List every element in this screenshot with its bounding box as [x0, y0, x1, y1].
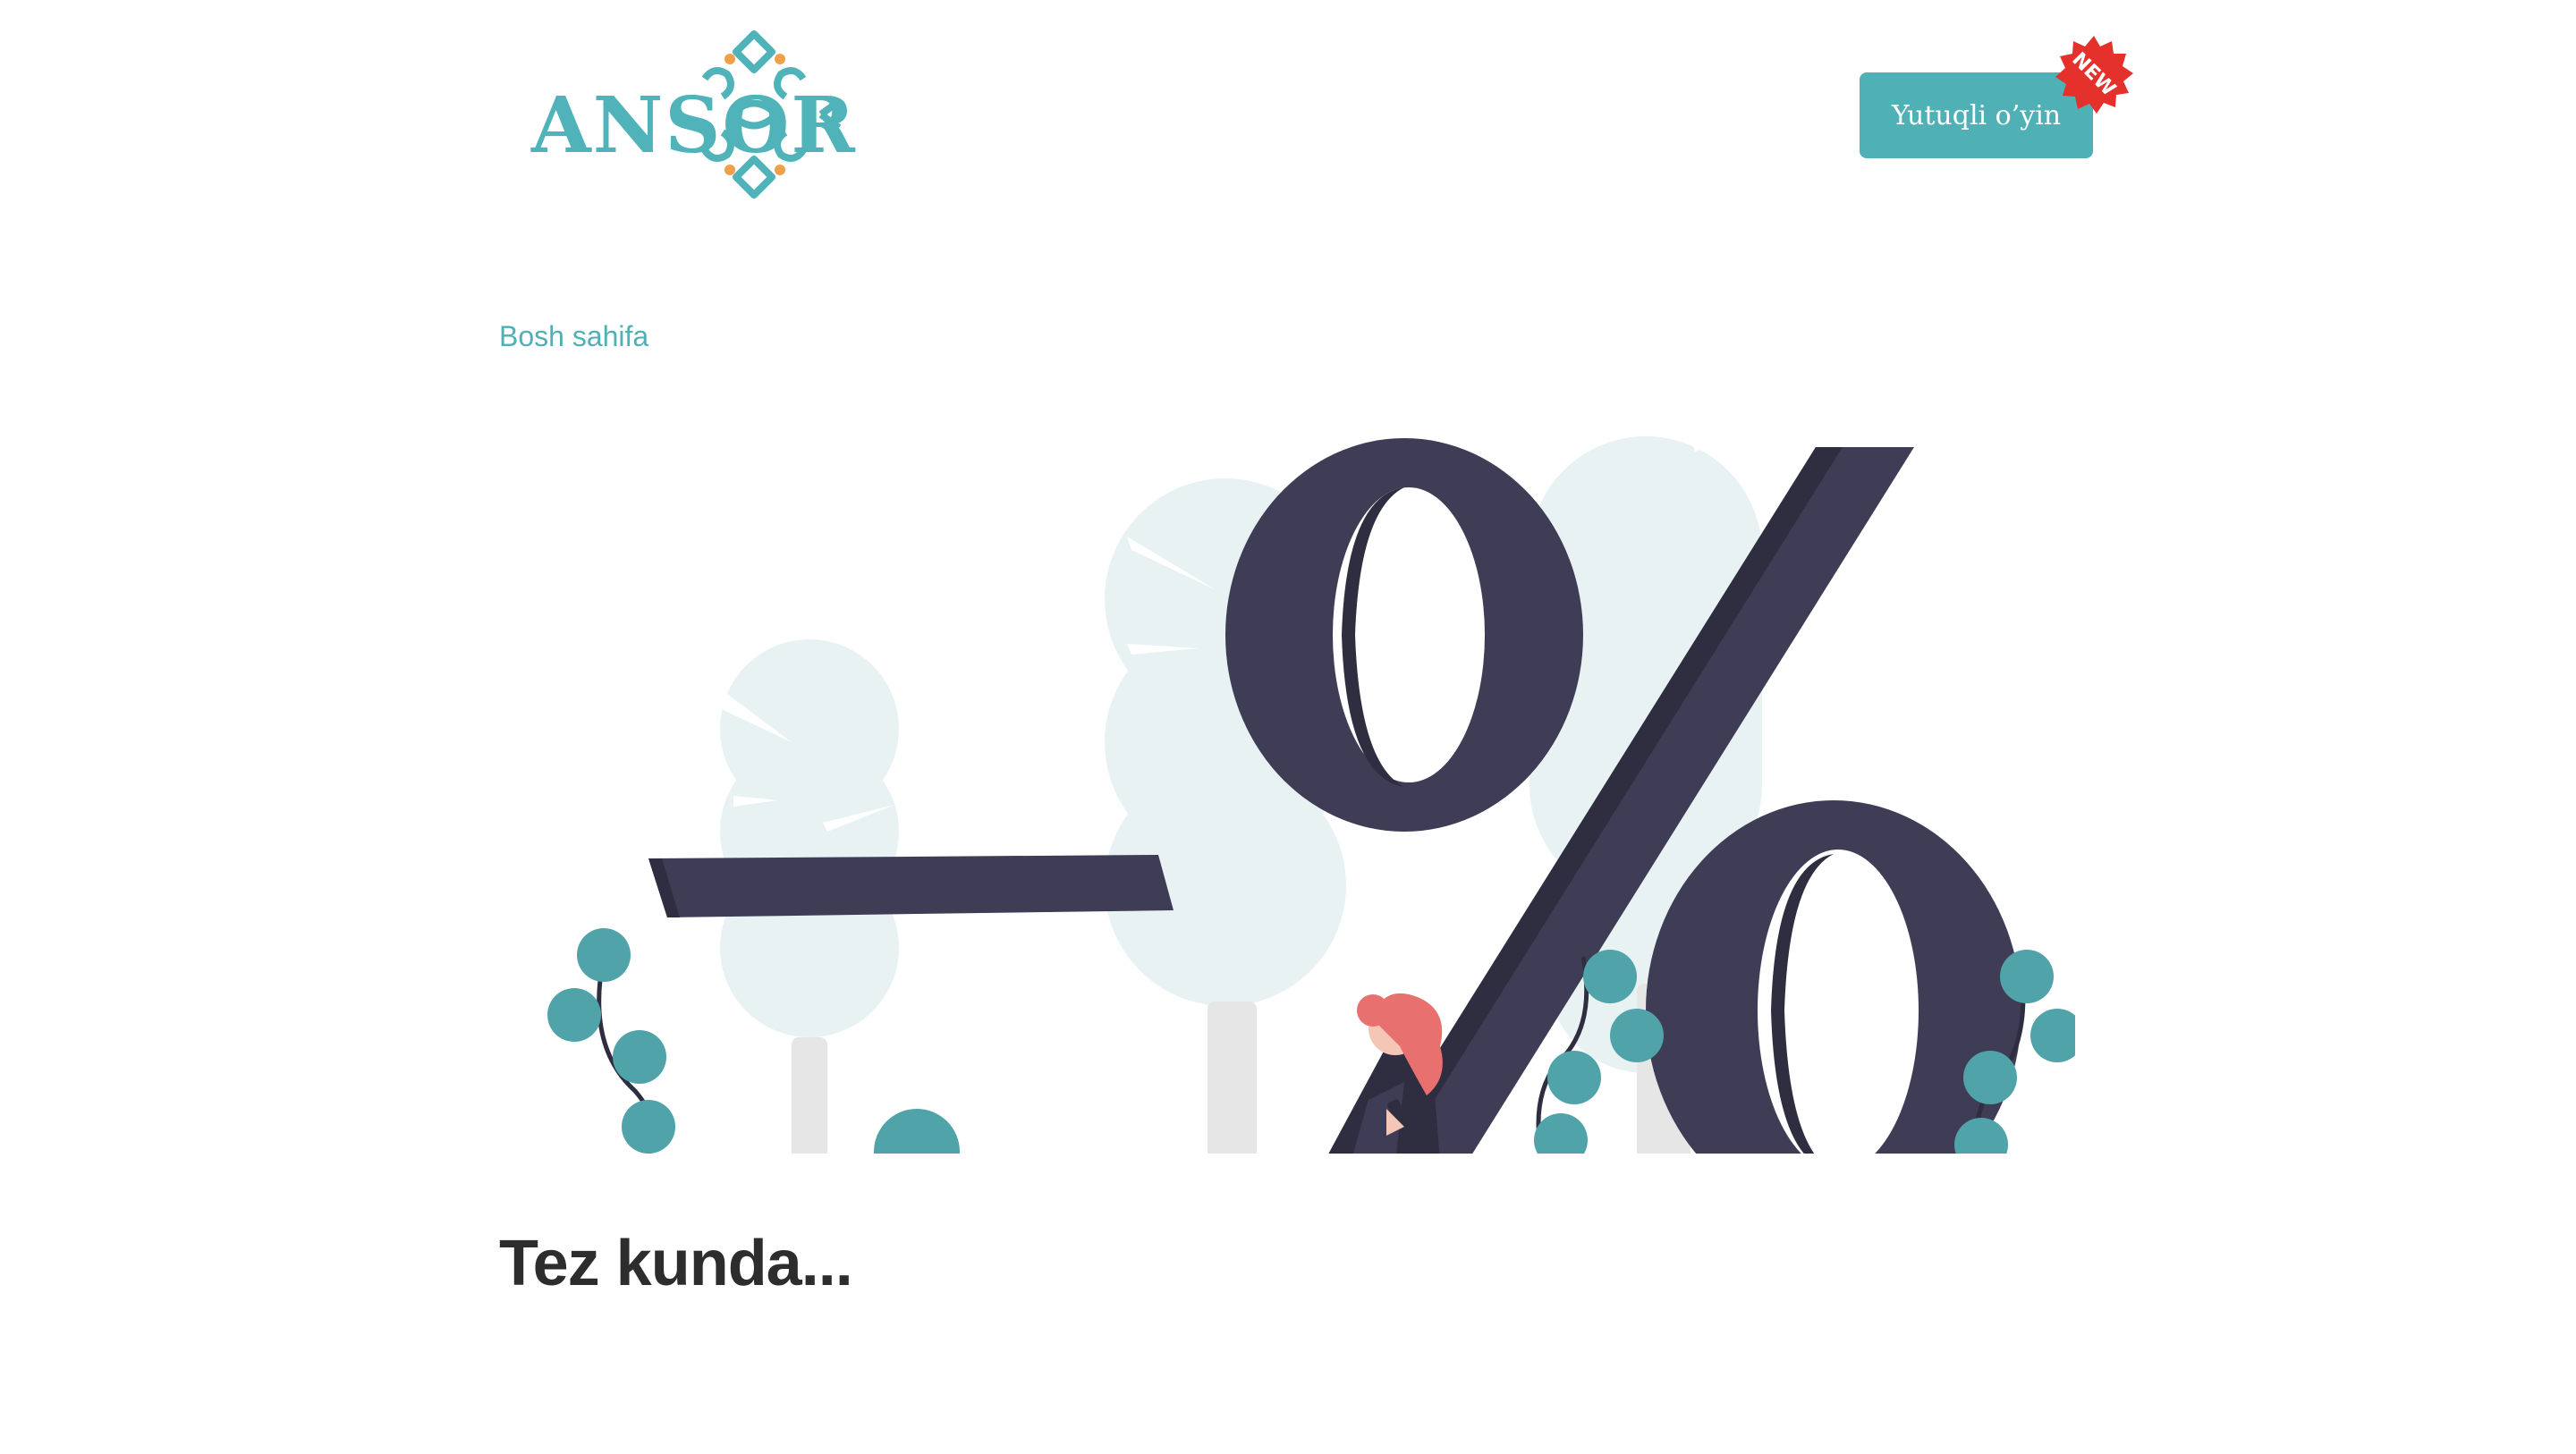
logo-text: ANSOR [531, 80, 857, 171]
page-title: Tez kunda... [499, 1228, 853, 1299]
person-figure [1328, 993, 1443, 1154]
page: ANSOR Yutuqli o’yin NEW Bosh sahifa Tez … [0, 0, 2576, 1454]
breadcrumb-home-link[interactable]: Bosh sahifa [499, 320, 648, 353]
ansor-logo[interactable]: ANSOR [526, 25, 855, 204]
discount-illustration [501, 420, 2075, 1154]
new-badge: NEW [2054, 34, 2134, 114]
discount-percent-illustration [547, 420, 2075, 1154]
